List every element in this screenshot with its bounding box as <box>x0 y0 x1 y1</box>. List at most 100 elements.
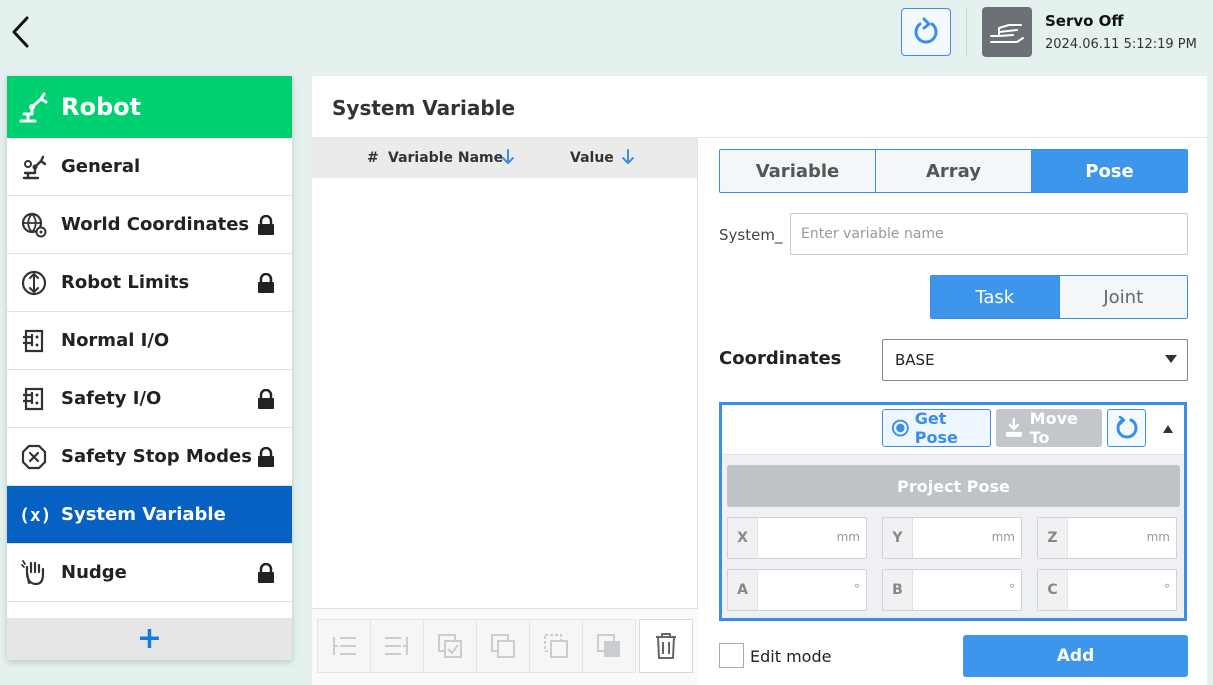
axis-label: C <box>1038 570 1068 610</box>
axis-unit: ° <box>1009 582 1015 596</box>
sort-arrow-down-icon[interactable] <box>502 149 514 165</box>
cut-icon <box>544 634 568 658</box>
lock-icon <box>256 272 276 297</box>
sidebar-title: Robot <box>61 93 142 121</box>
sidebar-item-normal-io[interactable]: Normal I/O <box>7 312 292 370</box>
pose-toolbar: Get Pose Move To <box>722 405 1184 455</box>
move-down-icon <box>1005 417 1022 437</box>
column-header-index: # <box>367 150 379 166</box>
cut-button[interactable] <box>529 619 583 673</box>
refresh-button[interactable] <box>901 8 951 56</box>
globe-gear-icon <box>19 210 49 240</box>
copy-icon <box>491 634 515 658</box>
io-icon <box>19 326 49 356</box>
lock-icon <box>256 214 276 239</box>
indent-left-button[interactable] <box>317 619 371 673</box>
sidebar-item-label: Normal I/O <box>61 330 170 351</box>
coordinates-select[interactable]: BASE <box>882 339 1188 381</box>
variable-name-input[interactable] <box>790 213 1188 255</box>
sidebar-item-world-coordinates[interactable]: World Coordinates <box>7 196 292 254</box>
sidebar-item-safety-stop-modes[interactable]: Safety Stop Modes <box>7 428 292 486</box>
move-to-button[interactable]: Move To <box>996 409 1102 447</box>
sidebar-item-label: Safety Stop Modes <box>61 446 252 467</box>
sidebar-item-label: Safety I/O <box>61 388 162 409</box>
stop-octagon-icon <box>19 442 49 472</box>
edit-mode-label: Edit mode <box>750 647 832 666</box>
pose-field-c[interactable]: C ° <box>1037 569 1177 611</box>
pose-field-z[interactable]: Z mm <box>1037 517 1177 559</box>
sidebar-item-general[interactable]: General <box>7 138 292 196</box>
coordinates-label: Coordinates <box>719 348 842 369</box>
project-pose-button[interactable]: Project Pose <box>727 465 1180 507</box>
trash-icon <box>656 633 676 659</box>
get-pose-button[interactable]: Get Pose <box>882 409 991 447</box>
sort-arrow-down-icon[interactable] <box>622 149 634 165</box>
robot-arm-icon <box>19 92 48 123</box>
axis-label: Z <box>1038 518 1068 558</box>
sidebar-item-label: Robot Limits <box>61 272 190 293</box>
svg-text:(x): (x) <box>19 505 49 526</box>
axis-label: Y <box>883 518 913 558</box>
sidebar-item-safety-io[interactable]: Safety I/O <box>7 370 292 428</box>
column-header-variable-name[interactable]: Variable Name <box>388 150 503 166</box>
pose-field-b[interactable]: B ° <box>882 569 1022 611</box>
select-all-button[interactable] <box>423 619 477 673</box>
io-icon <box>19 384 49 414</box>
sidebar-item-nudge[interactable]: Nudge <box>7 544 292 602</box>
axis-unit: ° <box>854 582 860 596</box>
indent-right-button[interactable] <box>370 619 424 673</box>
servo-timestamp: 2024.06.11 5:12:19 PM <box>1045 37 1197 52</box>
pose-refresh-button[interactable] <box>1107 409 1146 447</box>
pose-field-x[interactable]: X mm <box>727 517 867 559</box>
variable-type-tabs: Variable Array Pose <box>719 149 1188 193</box>
axis-unit: mm <box>1146 530 1170 544</box>
variable-list-panel: # Variable Name Value <box>312 138 698 685</box>
sidebar-item-robot-limits[interactable]: Robot Limits <box>7 254 292 312</box>
header-divider <box>966 8 967 56</box>
lock-icon <box>256 446 276 471</box>
tab-variable[interactable]: Variable <box>720 150 876 192</box>
robot-arm-icon <box>19 152 49 182</box>
collapse-caret-icon[interactable] <box>1163 425 1173 433</box>
edit-mode-checkbox[interactable] <box>719 643 744 668</box>
tab-task[interactable]: Task <box>931 276 1060 318</box>
tab-joint[interactable]: Joint <box>1059 276 1187 318</box>
back-button[interactable] <box>6 12 34 52</box>
pose-field-a[interactable]: A ° <box>727 569 867 611</box>
delete-button[interactable] <box>639 619 693 673</box>
checked-copy-icon <box>438 634 462 658</box>
indent-right-icon <box>385 637 408 655</box>
page-title: System Variable <box>332 96 516 120</box>
axis-label: A <box>728 570 758 610</box>
indent-left-icon <box>333 637 356 655</box>
tab-array[interactable]: Array <box>876 150 1032 192</box>
tab-pose[interactable]: Pose <box>1032 150 1187 192</box>
servo-hand-icon <box>982 7 1032 57</box>
sidebar-add-button[interactable]: + <box>7 618 292 660</box>
copy-button[interactable] <box>476 619 530 673</box>
rotate-icon <box>914 17 938 44</box>
move-to-label: Move To <box>1029 409 1078 447</box>
add-button[interactable]: Add <box>963 635 1188 677</box>
chevron-left-icon <box>12 16 29 48</box>
caret-down-icon <box>1165 355 1177 363</box>
sidebar-item-system-variable[interactable]: (x) System Variable <box>7 486 292 544</box>
sidebar-header: Robot <box>7 76 292 138</box>
rotate-icon <box>1116 415 1137 439</box>
lock-icon <box>256 562 276 587</box>
list-toolbar <box>312 608 698 685</box>
variable-name-prefix: System_ <box>719 226 783 244</box>
pose-body: Project Pose X mm Y mm Z mm A ° B ° C ° <box>722 455 1184 618</box>
coordinates-value: BASE <box>895 351 935 369</box>
axis-unit: ° <box>1164 582 1170 596</box>
pose-field-y[interactable]: Y mm <box>882 517 1022 559</box>
paste-button[interactable] <box>582 619 636 673</box>
hand-icon <box>19 558 49 588</box>
sidebar-item-label: System Variable <box>61 504 226 525</box>
table-header: # Variable Name Value <box>312 138 697 178</box>
radio-target-icon <box>891 419 909 437</box>
sidebar: Robot General World Coordinates Robot Li… <box>7 76 292 660</box>
plus-icon: + <box>136 621 163 656</box>
column-header-value[interactable]: Value <box>570 150 614 166</box>
lock-icon <box>256 388 276 413</box>
